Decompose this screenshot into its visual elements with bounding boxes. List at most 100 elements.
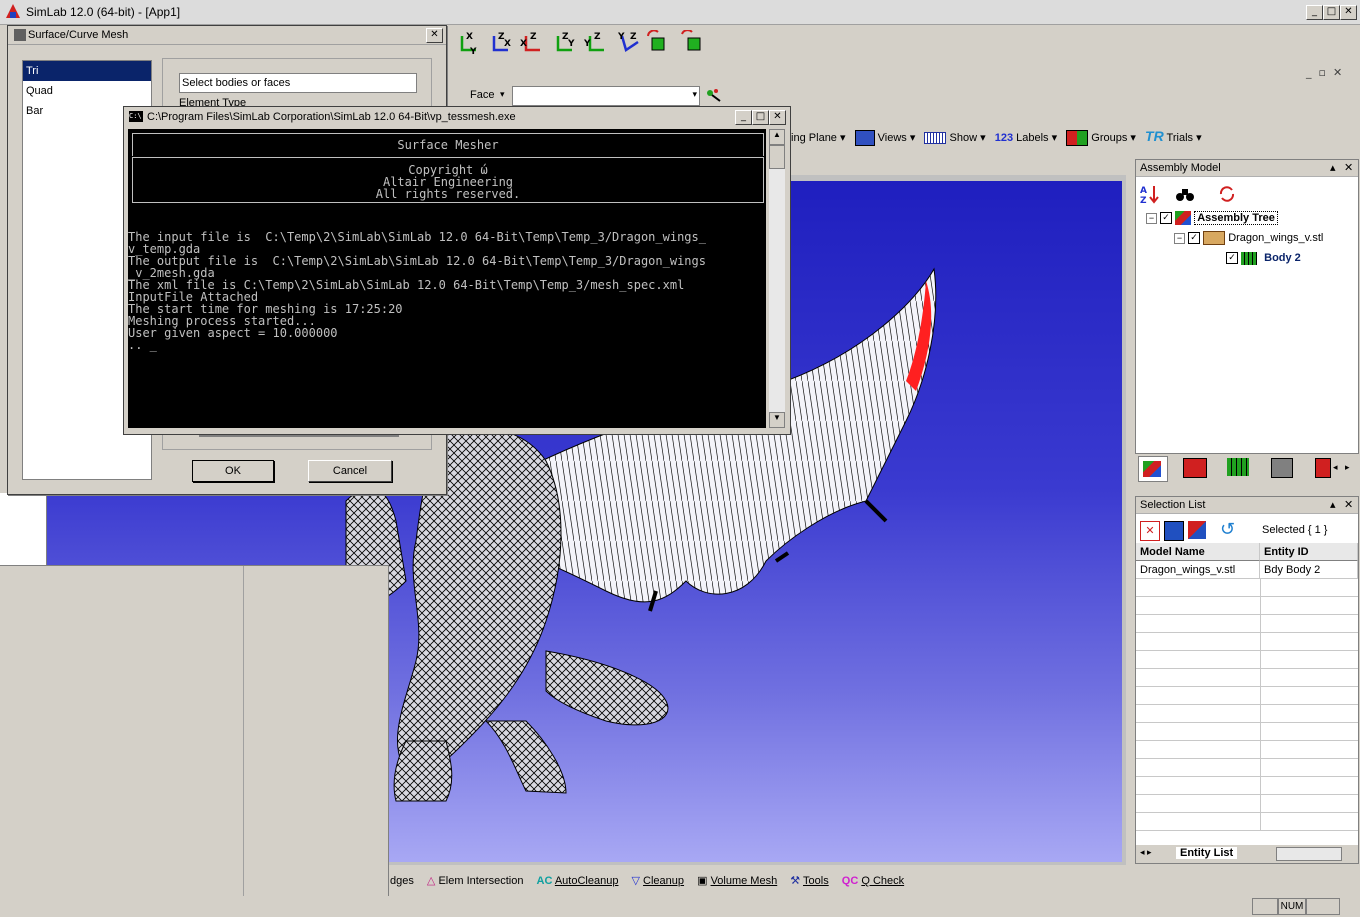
tree-root-label: Assembly Tree — [1194, 211, 1278, 225]
tools-tool[interactable]: ⚒ Tools — [790, 870, 828, 892]
ok-button[interactable]: OK — [192, 460, 274, 482]
export-selection-icon[interactable] — [1188, 521, 1206, 539]
checkbox[interactable]: ✓ — [1160, 212, 1173, 225]
collapse-icon[interactable]: − — [1174, 232, 1185, 244]
svg-text:Y: Y — [567, 39, 575, 49]
console-line: .. _ — [128, 338, 157, 352]
selection-grid: Model Name Entity ID Dragon_wings_v.stl … — [1136, 543, 1358, 831]
labels-menu[interactable]: 123 Labels ▾ — [995, 132, 1057, 144]
tree-node-body[interactable]: ✓ Body 2 — [1226, 250, 1301, 266]
mdi-controls[interactable]: _ ▫ ✕ — [1306, 66, 1342, 79]
svg-text:Z: Z — [530, 32, 537, 42]
edges-tool[interactable]: dges — [390, 870, 414, 892]
console-line: The input file is C:\Temp\2\SimLab\SimLa… — [128, 230, 706, 244]
svg-text:X: X — [520, 39, 527, 49]
svg-text:X: X — [504, 39, 511, 49]
banner-rights: All rights reserved. — [375, 187, 521, 201]
minimize-button[interactable]: _ — [1306, 5, 1323, 20]
cancel-button[interactable]: Cancel — [308, 460, 392, 482]
left-strip — [0, 493, 47, 565]
select-bodies-field[interactable]: Select bodies or faces — [179, 73, 417, 93]
tree-node-model[interactable]: − ✓ Dragon_wings_v.stl — [1174, 230, 1323, 246]
collapse-icon[interactable]: − — [1146, 212, 1157, 224]
volume-mesh-tool[interactable]: ▣ Volume Mesh — [697, 870, 777, 892]
console-icon: C:\ — [129, 111, 143, 122]
cell-entity: Bdy Body 2 — [1260, 561, 1358, 579]
more-tab-icon[interactable] — [1315, 458, 1331, 478]
refresh-icon[interactable] — [1218, 186, 1236, 202]
trials-menu[interactable]: TR Trials ▾ — [1145, 128, 1202, 144]
svg-text:Z: Z — [1140, 196, 1147, 204]
console-close-button[interactable]: ✕ — [769, 110, 786, 125]
assembly-model-panel: Assembly Model ▴ ✕ AZ − ✓ Assembly Tree … — [1135, 159, 1359, 483]
checkbox[interactable]: ✓ — [1188, 232, 1201, 245]
model-icon — [1203, 231, 1226, 246]
svg-text:X: X — [466, 32, 473, 42]
pin-icon[interactable]: ▴ — [1330, 497, 1336, 513]
body-icon — [1241, 251, 1258, 265]
labels-icon: 123 — [994, 132, 1014, 144]
mesh-tab-icon[interactable] — [1227, 458, 1249, 476]
empty-grid-rows — [1136, 579, 1358, 831]
console-banner-bottom: Copyright ώ Altair Engineering All right… — [132, 157, 764, 203]
status-num: NUM — [1278, 898, 1306, 915]
undo-selection-icon[interactable]: ↺ — [1220, 521, 1240, 539]
console-log: The input file is C:\Temp\2\SimLab\SimLa… — [128, 231, 766, 351]
monitor-icon — [854, 130, 875, 147]
maximize-button[interactable]: □ — [1323, 5, 1340, 20]
console-line: User given aspect = 10.000000 — [128, 326, 338, 340]
svg-text:Z: Z — [630, 32, 637, 42]
list-item[interactable]: Quad — [23, 81, 151, 101]
pick-icon[interactable] — [704, 87, 722, 103]
close-button[interactable]: ✕ — [1340, 5, 1357, 20]
qcheck-icon: QC — [841, 875, 859, 887]
geometry-tab-icon[interactable] — [1271, 458, 1293, 478]
checkbox[interactable]: ✓ — [1226, 252, 1238, 265]
console-scrollbar[interactable]: ▲ ▼ — [769, 129, 785, 428]
properties-tab-icon[interactable] — [1183, 458, 1207, 478]
table-row[interactable]: Dragon_wings_v.stl Bdy Body 2 — [1136, 561, 1358, 579]
panel-title: Assembly Model — [1140, 162, 1221, 174]
column-header-entity[interactable]: Entity ID — [1260, 543, 1358, 561]
qcheck-tool[interactable]: QC Q Check — [842, 870, 904, 892]
autocleanup-icon: AC — [536, 875, 553, 887]
binoculars-icon[interactable] — [1176, 186, 1194, 202]
dialog-title-bar: Surface/Curve Mesh ✕ — [8, 26, 446, 45]
scroll-track — [199, 435, 399, 437]
save-selection-icon[interactable] — [1164, 521, 1184, 541]
svg-text:Z: Z — [594, 32, 601, 42]
clear-selection-icon[interactable]: ✕ — [1140, 521, 1160, 541]
column-header-model[interactable]: Model Name — [1136, 543, 1260, 561]
close-icon[interactable]: ✕ — [1344, 497, 1353, 513]
console-output[interactable]: Surface Mesher Copyright ώ Altair Engine… — [128, 129, 766, 428]
views-menu[interactable]: Views ▾ — [854, 130, 915, 147]
assembly-tab-icon[interactable] — [1138, 456, 1168, 482]
cleanup-tool[interactable]: ▽ Cleanup — [632, 870, 685, 892]
status-cell-scroll — [1306, 898, 1340, 915]
dialog-close-button[interactable]: ✕ — [426, 28, 443, 43]
status-cell-caps — [1252, 898, 1278, 915]
search-combobox[interactable]: ▾ — [512, 86, 700, 106]
entity-list-tab[interactable]: ◂ ▸ Entity List — [1136, 845, 1358, 863]
face-filter-dropdown[interactable]: ▾ — [500, 89, 512, 103]
app-icon — [6, 4, 20, 18]
elem-intersection-tool[interactable]: △ Elem Intersection — [427, 870, 524, 892]
chevron-down-icon[interactable]: ▾ — [692, 89, 697, 100]
console-maximize-button[interactable]: □ — [752, 110, 769, 125]
tab-scroll-left[interactable]: ◂ — [1333, 462, 1338, 473]
tree-node-root[interactable]: − ✓ Assembly Tree — [1146, 210, 1278, 226]
autocleanup-tool[interactable]: AC AutoCleanup — [537, 870, 619, 892]
console-minimize-button[interactable]: _ — [735, 110, 752, 125]
list-item[interactable]: Tri — [23, 61, 151, 81]
cutting-plane-menu[interactable]: ting Plane ▾ — [788, 132, 846, 144]
pin-icon[interactable]: ▴ — [1330, 160, 1336, 176]
funnel-icon: ▽ — [631, 875, 640, 887]
hammer-icon: ⚒ — [790, 875, 801, 887]
dialog-title: Surface/Curve Mesh — [28, 29, 129, 41]
sort-icon[interactable]: AZ — [1140, 184, 1162, 206]
view-orientation-icons[interactable]: XY ZX XZ ZY YZ YZ — [458, 29, 718, 57]
show-menu[interactable]: Show ▾ — [924, 132, 986, 145]
groups-menu[interactable]: Groups ▾ — [1066, 130, 1136, 147]
close-icon[interactable]: ✕ — [1344, 160, 1353, 176]
tab-scroll-right[interactable]: ▸ — [1345, 462, 1350, 473]
